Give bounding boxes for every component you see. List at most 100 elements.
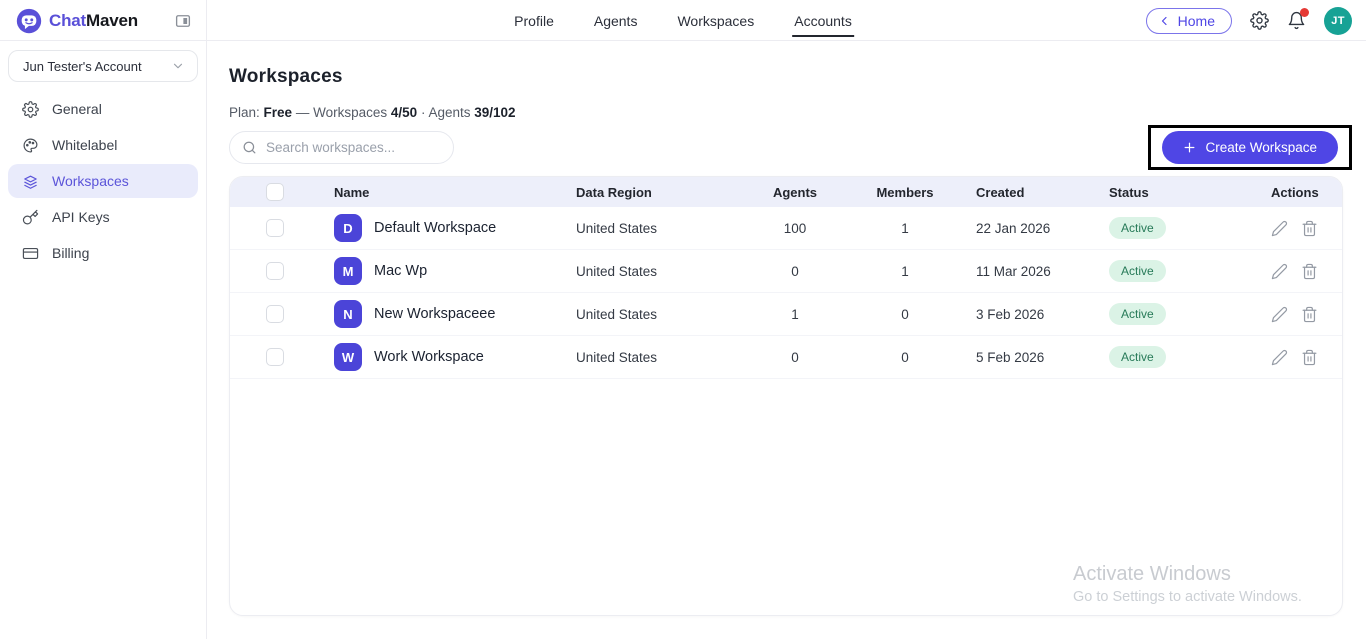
workspace-region: United States [576, 264, 740, 279]
palette-icon [22, 137, 39, 154]
delete-trash-icon[interactable] [1301, 349, 1318, 366]
sidebar-item-workspaces[interactable]: Workspaces [8, 164, 198, 198]
top-right-controls: Home JT [1146, 0, 1352, 41]
column-header-created: Created [960, 185, 1105, 200]
sidebar-item-general[interactable]: General [8, 92, 198, 126]
top-navigation: Profile Agents Workspaces Accounts [514, 0, 852, 41]
search-input[interactable] [266, 140, 441, 155]
workspace-members-count: 1 [850, 221, 960, 236]
edit-pencil-icon[interactable] [1271, 263, 1288, 280]
workspace-avatar: N [334, 300, 362, 328]
column-header-members: Members [850, 185, 960, 200]
create-workspace-button[interactable]: Create Workspace [1162, 131, 1338, 164]
column-header-actions: Actions [1267, 185, 1342, 200]
workspace-members-count: 0 [850, 307, 960, 322]
plan-label: Plan: [229, 105, 260, 120]
workspace-created-date: 5 Feb 2026 [960, 350, 1105, 365]
settings-gear-icon[interactable] [1250, 11, 1269, 30]
workspace-created-date: 22 Jan 2026 [960, 221, 1105, 236]
brand-name: ChatMaven [49, 11, 138, 31]
tab-agents[interactable]: Agents [594, 0, 638, 41]
home-button-label: Home [1178, 13, 1215, 29]
brand-logo[interactable]: ChatMaven [16, 8, 138, 34]
row-checkbox[interactable] [266, 262, 284, 280]
workspace-members-count: 0 [850, 350, 960, 365]
workspace-created-date: 11 Mar 2026 [960, 264, 1105, 279]
table-row: N New Workspaceee United States 1 0 3 Fe… [230, 293, 1342, 336]
home-button[interactable]: Home [1146, 8, 1232, 34]
workspace-region: United States [576, 350, 740, 365]
table-row: D Default Workspace United States 100 1 … [230, 207, 1342, 250]
delete-trash-icon[interactable] [1301, 263, 1318, 280]
sidebar-item-api-keys[interactable]: API Keys [8, 200, 198, 234]
sidebar: Jun Tester's Account General Whitelabel [0, 41, 207, 639]
key-icon [22, 209, 39, 226]
row-checkbox[interactable] [266, 348, 284, 366]
workspace-avatar: D [334, 214, 362, 242]
account-selector-label: Jun Tester's Account [23, 59, 142, 74]
logo-area: ChatMaven [0, 0, 207, 41]
plan-name: Free [264, 105, 293, 120]
workspace-agents-count: 0 [740, 264, 850, 279]
plan-dot: · [421, 105, 426, 120]
sidebar-item-label: Billing [52, 245, 89, 261]
workspace-members-count: 1 [850, 264, 960, 279]
create-workspace-label: Create Workspace [1205, 140, 1317, 155]
main-content: Workspaces Plan: Free — Workspaces 4/50 … [207, 41, 1366, 639]
workspace-agents-count: 1 [740, 307, 850, 322]
workspace-name: Default Workspace [374, 220, 496, 236]
sidebar-item-whitelabel[interactable]: Whitelabel [8, 128, 198, 162]
plan-workspaces-label: Workspaces [313, 105, 387, 120]
top-bar: ChatMaven Profile Agents Workspaces Acco… [0, 0, 1366, 41]
edit-pencil-icon[interactable] [1271, 220, 1288, 237]
tab-profile[interactable]: Profile [514, 0, 554, 41]
column-header-agents: Agents [740, 185, 850, 200]
chat-bubble-logo-icon [16, 8, 42, 34]
workspace-name: Work Workspace [374, 349, 484, 365]
credit-card-icon [22, 245, 39, 262]
sidebar-item-label: Workspaces [52, 173, 129, 189]
tab-workspaces[interactable]: Workspaces [677, 0, 754, 41]
chevron-down-icon [171, 59, 185, 73]
select-all-checkbox[interactable] [266, 183, 284, 201]
search-box [229, 131, 454, 164]
workspace-avatar: M [334, 257, 362, 285]
search-icon [242, 140, 257, 155]
workspace-agents-count: 0 [740, 350, 850, 365]
account-selector[interactable]: Jun Tester's Account [8, 50, 198, 82]
tab-accounts[interactable]: Accounts [794, 0, 852, 41]
plan-agents-label: Agents [428, 105, 470, 120]
status-badge: Active [1109, 260, 1166, 282]
table-row: M Mac Wp United States 0 1 11 Mar 2026 A… [230, 250, 1342, 293]
sidebar-toggle-icon[interactable] [174, 12, 192, 30]
workspaces-table: Name Data Region Agents Members Created … [229, 176, 1343, 616]
delete-trash-icon[interactable] [1301, 306, 1318, 323]
edit-pencil-icon[interactable] [1271, 306, 1288, 323]
row-checkbox[interactable] [266, 219, 284, 237]
workspace-name: Mac Wp [374, 263, 427, 279]
delete-trash-icon[interactable] [1301, 220, 1318, 237]
create-workspace-highlight-box: Create Workspace [1148, 125, 1352, 170]
notification-dot [1300, 8, 1309, 17]
sidebar-item-billing[interactable]: Billing [8, 236, 198, 270]
row-checkbox[interactable] [266, 305, 284, 323]
workspace-avatar: W [334, 343, 362, 371]
plan-dash: — [296, 105, 310, 120]
status-badge: Active [1109, 217, 1166, 239]
table-header-row: Name Data Region Agents Members Created … [230, 177, 1342, 207]
table-row: W Work Workspace United States 0 0 5 Feb… [230, 336, 1342, 379]
plan-summary: Plan: Free — Workspaces 4/50 · Agents 39… [229, 105, 1343, 120]
workspace-region: United States [576, 221, 740, 236]
user-avatar[interactable]: JT [1324, 7, 1352, 35]
column-header-status: Status [1105, 185, 1267, 200]
sidebar-menu: General Whitelabel Workspaces API Keys [8, 92, 198, 270]
gear-icon [22, 101, 39, 118]
workspace-region: United States [576, 307, 740, 322]
page-title: Workspaces [229, 66, 1343, 88]
plan-workspaces-count: 4/50 [391, 105, 417, 120]
notifications-bell[interactable] [1287, 11, 1306, 30]
sidebar-item-label: API Keys [52, 209, 110, 225]
column-header-data-region: Data Region [576, 185, 740, 200]
workspace-agents-count: 100 [740, 221, 850, 236]
edit-pencil-icon[interactable] [1271, 349, 1288, 366]
